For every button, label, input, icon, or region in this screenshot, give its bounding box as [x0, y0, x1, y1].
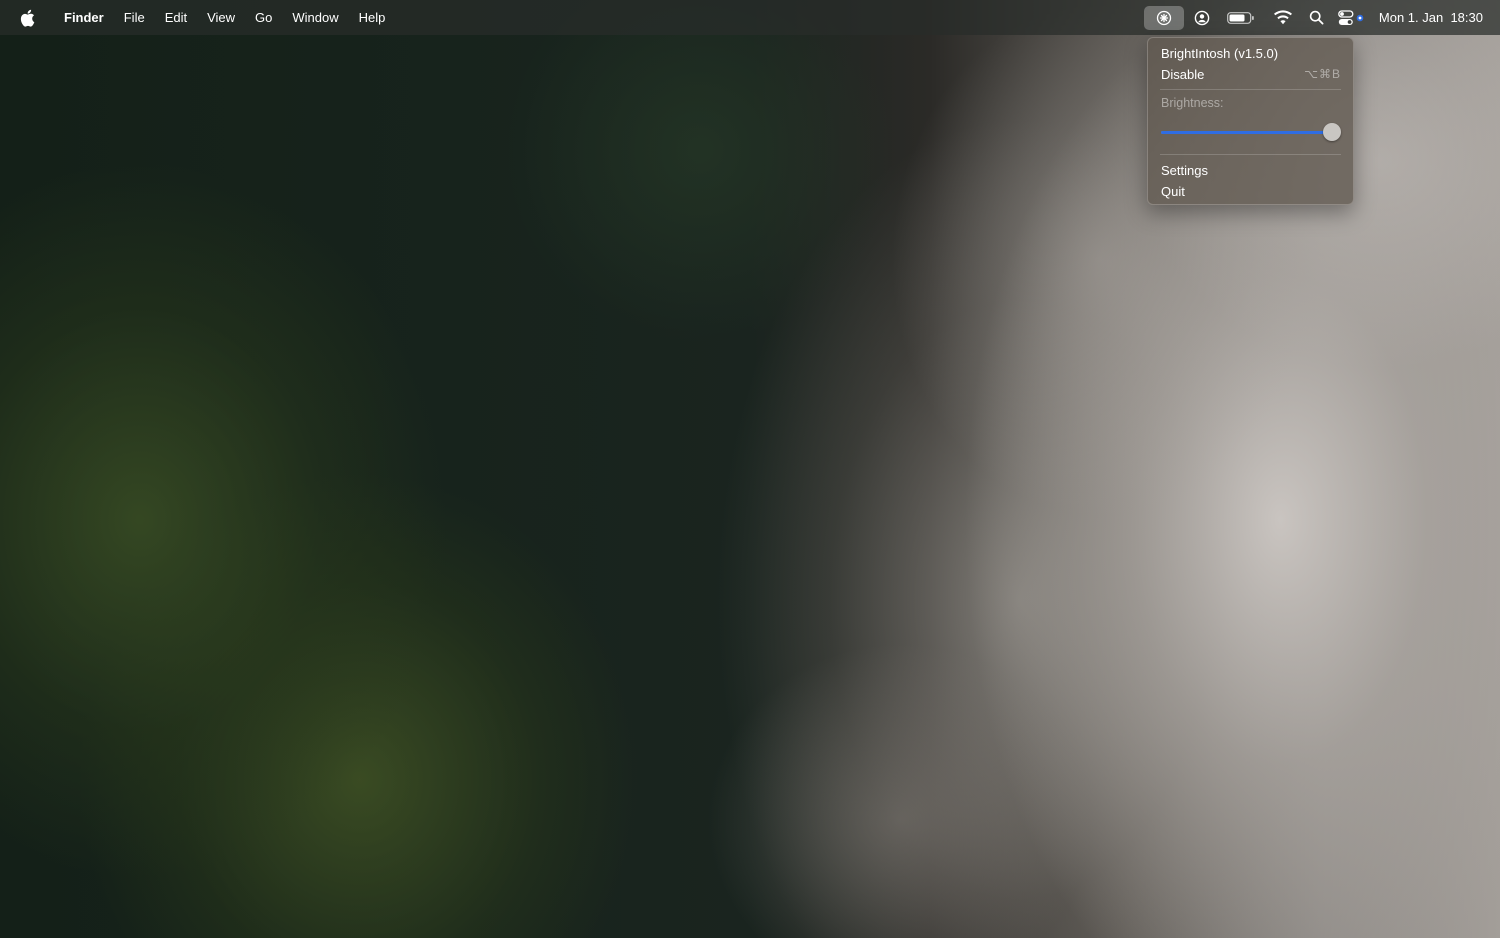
menu-window[interactable]: Window	[282, 0, 348, 35]
app-version-item[interactable]: BrightIntosh (v1.5.0)	[1161, 43, 1341, 63]
settings-menu-item[interactable]: Settings	[1161, 160, 1341, 180]
user-icon[interactable]	[1194, 6, 1210, 30]
menu-edit[interactable]: Edit	[155, 0, 197, 35]
menu-separator	[1160, 89, 1341, 90]
disable-shortcut: ⌥⌘B	[1304, 67, 1341, 81]
menu-finder[interactable]: Finder	[54, 0, 114, 35]
control-center-icon[interactable]	[1338, 6, 1366, 30]
clock-date: Mon 1. Jan	[1378, 10, 1444, 25]
brightintosh-icon[interactable]	[1143, 5, 1184, 30]
quit-menu-item[interactable]: Quit	[1161, 181, 1341, 201]
quit-label: Quit	[1161, 183, 1185, 199]
clock-time: 18:30	[1450, 10, 1483, 25]
battery-icon[interactable]	[1226, 6, 1255, 30]
disable-menu-item[interactable]: Disable ⌥⌘B	[1161, 64, 1341, 84]
brightness-slider[interactable]	[1161, 122, 1341, 142]
menu-view[interactable]: View	[197, 0, 245, 35]
slider-knob[interactable]	[1323, 123, 1341, 141]
slider-fill	[1161, 131, 1332, 134]
disable-label: Disable	[1161, 66, 1205, 82]
menu-file[interactable]: File	[114, 0, 155, 35]
apple-logo-icon[interactable]	[19, 9, 35, 27]
brightness-label: Brightness:	[1161, 96, 1224, 110]
app-version-label: BrightIntosh (v1.5.0)	[1161, 45, 1279, 61]
menu-bar: Finder File Edit View Go Window Help Mon…	[0, 0, 1500, 35]
wifi-icon[interactable]	[1273, 6, 1293, 30]
menu-separator	[1160, 154, 1341, 155]
brightintosh-menu: BrightIntosh (v1.5.0) Disable ⌥⌘B Bright…	[1147, 37, 1354, 205]
menu-go[interactable]: Go	[245, 0, 282, 35]
menu-help[interactable]: Help	[349, 0, 396, 35]
menubar-clock[interactable]: Mon 1. Jan 18:30	[1379, 10, 1483, 25]
search-icon[interactable]	[1309, 6, 1324, 30]
settings-label: Settings	[1161, 162, 1208, 178]
